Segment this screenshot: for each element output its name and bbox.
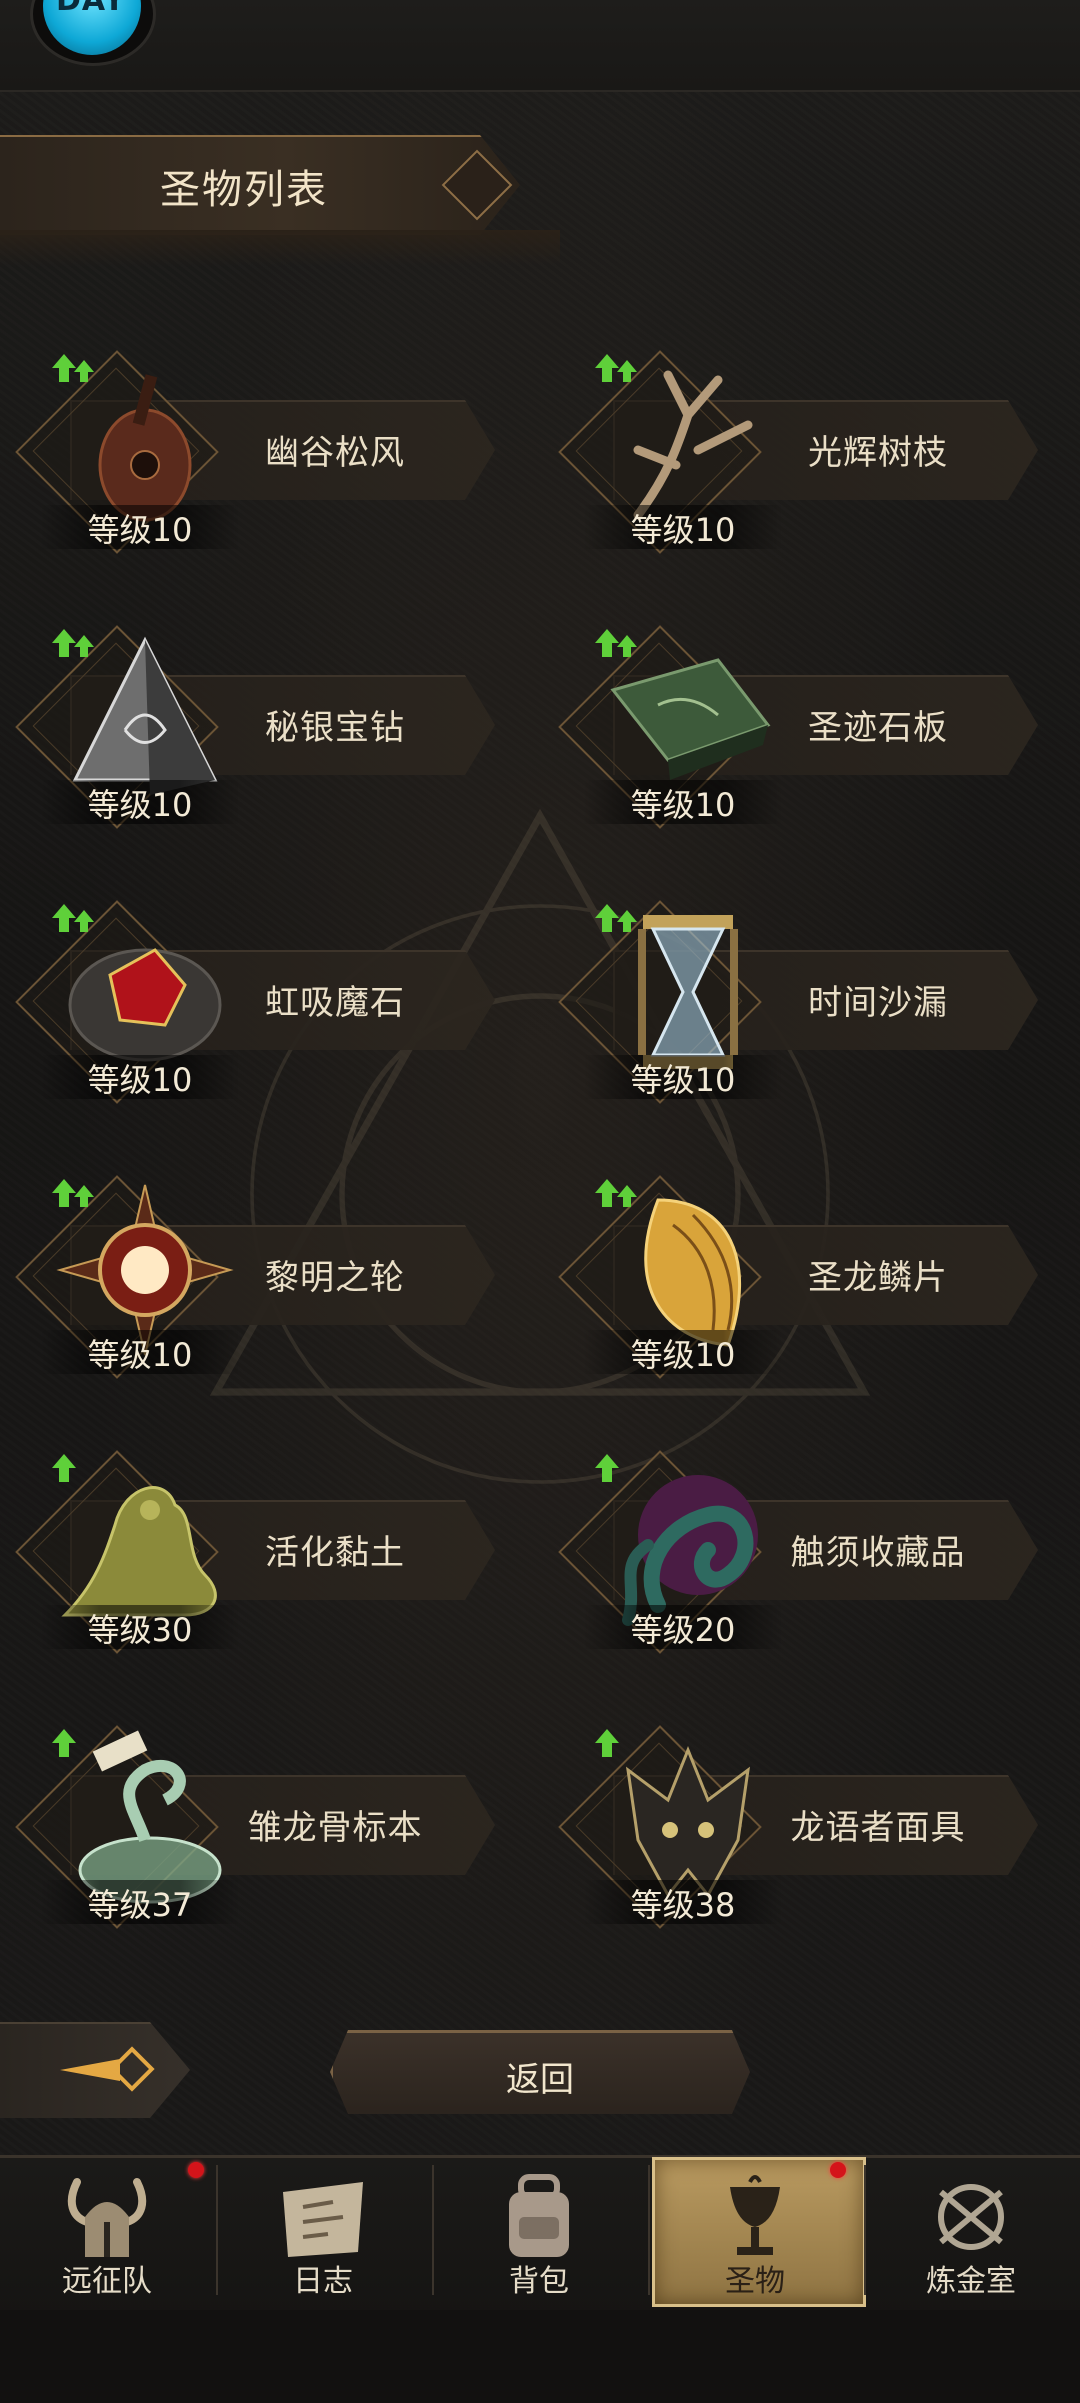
relic-card[interactable]: 触须收藏品 等级20	[543, 1450, 1043, 1675]
upgrade-arrow-icon	[52, 1729, 76, 1757]
relic-card[interactable]: 活化黏土 等级30	[0, 1450, 500, 1675]
relic-level: 等级38	[583, 1880, 783, 1924]
relic-name: 活化黏土	[265, 1533, 405, 1573]
relic-level: 等级10	[40, 1330, 240, 1374]
relic-card[interactable]: 龙语者面具 等级38	[543, 1725, 1043, 1950]
relic-level: 等级10	[583, 505, 783, 549]
upgrade-arrow-icon	[595, 1454, 619, 1482]
upgrade-arrow-icon	[52, 354, 94, 382]
relic-card[interactable]: 光辉树枝 等级10	[543, 350, 1043, 575]
relic-card[interactable]: 圣迹石板 等级10	[543, 625, 1043, 850]
logo-text: DAY	[56, 0, 126, 18]
scroll-map-icon	[283, 2182, 363, 2257]
relic-card[interactable]: 虹吸魔石 等级10	[0, 900, 500, 1125]
relic-card[interactable]: 黎明之轮 等级10	[0, 1175, 500, 1400]
relic-name: 触须收藏品	[790, 1533, 966, 1573]
tab-label: 圣物	[725, 2264, 785, 2299]
upgrade-arrow-icon	[52, 629, 94, 657]
upgrade-arrow-icon	[595, 629, 637, 657]
tab-label: 背包	[509, 2264, 569, 2299]
tab-expedition[interactable]: 远征队	[2, 2160, 212, 2300]
tab-label: 远征队	[62, 2264, 152, 2299]
relic-name: 龙语者面具	[790, 1808, 966, 1848]
relic-name: 时间沙漏	[808, 983, 948, 1023]
relic-name: 黎明之轮	[265, 1258, 405, 1298]
relic-name: 光辉树枝	[808, 433, 948, 473]
relic-card[interactable]: 圣龙鳞片 等级10	[543, 1175, 1043, 1400]
relic-card[interactable]: 秘银宝钻 等级10	[0, 625, 500, 850]
relic-level: 等级37	[40, 1880, 240, 1924]
relic-name: 圣龙鳞片	[808, 1258, 948, 1298]
tab-backpack[interactable]: 背包	[434, 2160, 644, 2300]
tab-alchemy[interactable]: 炼金室	[866, 2160, 1076, 2300]
horned-helmet-icon	[67, 2178, 147, 2257]
notification-badge	[188, 2162, 204, 2178]
page-title: 圣物列表	[160, 167, 328, 213]
relic-level: 等级10	[583, 1330, 783, 1374]
relic-name: 雏龙骨标本	[247, 1808, 423, 1848]
upgrade-arrow-icon	[595, 1729, 619, 1757]
nav-bottom-strip	[0, 2310, 1080, 2400]
upgrade-arrow-icon	[52, 1454, 76, 1482]
title-banner-shadow	[0, 230, 560, 266]
notification-badge	[830, 2162, 846, 2178]
upgrade-arrow-icon	[595, 904, 637, 932]
relic-card[interactable]: 时间沙漏 等级10	[543, 900, 1043, 1125]
chalice-icon	[730, 2175, 780, 2255]
upgrade-arrow-icon	[595, 354, 637, 382]
upgrade-arrow-icon	[595, 1179, 637, 1207]
relic-name: 虹吸魔石	[265, 983, 405, 1023]
relic-card[interactable]: 雏龙骨标本 等级37	[0, 1725, 500, 1950]
alchemy-icon	[938, 2184, 1004, 2250]
relic-level: 等级30	[40, 1605, 240, 1649]
relic-level: 等级10	[40, 505, 240, 549]
arrow-left-icon[interactable]	[60, 2045, 160, 2095]
back-button-label: 返回	[506, 2060, 574, 2100]
relic-level: 等级20	[583, 1605, 783, 1649]
relic-name: 秘银宝钻	[265, 708, 405, 748]
tab-relics[interactable]: 圣物	[650, 2160, 860, 2300]
upgrade-arrow-icon	[52, 904, 94, 932]
upgrade-arrow-icon	[52, 1179, 94, 1207]
relic-level: 等级10	[583, 780, 783, 824]
tab-label: 炼金室	[926, 2264, 1016, 2299]
tab-journal[interactable]: 日志	[218, 2160, 428, 2300]
relic-level: 等级10	[40, 1055, 240, 1099]
relic-level: 等级10	[40, 780, 240, 824]
relic-name: 圣迹石板	[808, 708, 948, 748]
relic-card[interactable]: 幽谷松风 等级10	[0, 350, 500, 575]
relic-level: 等级10	[583, 1055, 783, 1099]
backpack-icon	[509, 2174, 569, 2257]
top-strip	[0, 0, 1080, 92]
relic-name: 幽谷松风	[265, 433, 405, 473]
tab-label: 日志	[293, 2264, 353, 2299]
